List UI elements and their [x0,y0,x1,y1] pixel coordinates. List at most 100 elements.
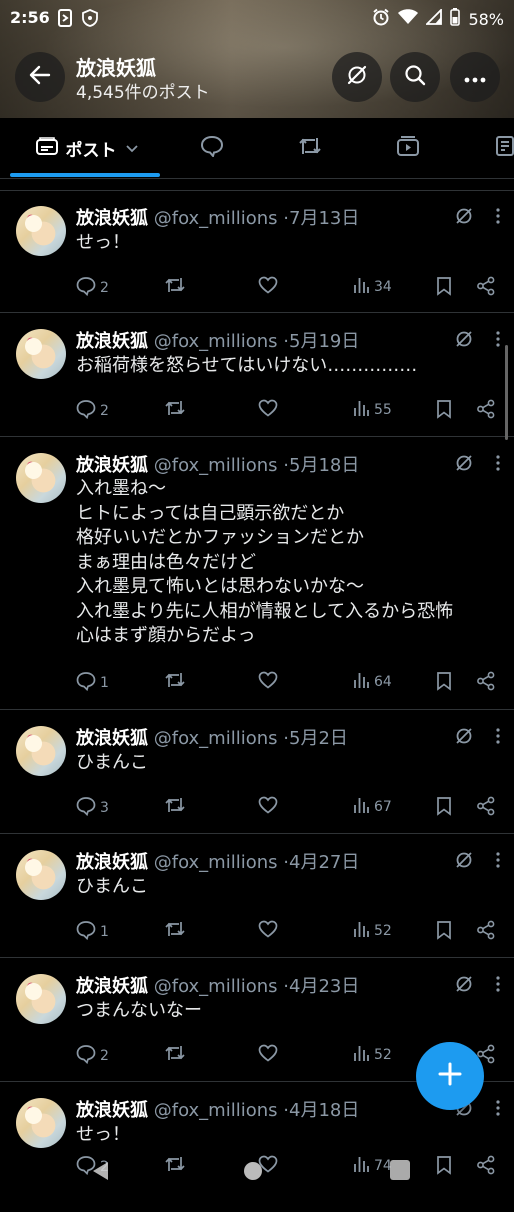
reply-button[interactable]: 1 [76,920,109,944]
repost-button[interactable] [164,276,186,298]
avatar[interactable] [16,726,66,776]
views-button[interactable]: 34 [352,276,392,298]
repost-button[interactable] [164,920,186,942]
post-author-name[interactable]: 放浪妖狐 [76,331,148,352]
bookmark-button[interactable] [436,671,452,695]
bookmark-icon [436,796,452,820]
tab-articles[interactable] [484,118,514,178]
post-date[interactable]: 4月23日 [289,976,359,997]
repost-button[interactable] [164,671,186,693]
post-author-handle[interactable]: @fox_millions [154,455,278,476]
avatar[interactable] [16,850,66,900]
tab-posts[interactable]: ポスト [22,118,152,178]
views-button[interactable]: 64 [352,671,392,693]
post-author-name[interactable]: 放浪妖狐 [76,208,148,229]
reply-button[interactable]: 2 [76,399,109,423]
more-vertical-icon[interactable] [496,1100,500,1120]
post-author-name[interactable]: 放浪妖狐 [76,728,148,749]
avatar[interactable] [16,206,66,256]
bookmark-button[interactable] [436,276,452,300]
grok-icon[interactable] [454,850,474,874]
bookmark-button[interactable] [436,796,452,820]
more-vertical-icon[interactable] [496,728,500,748]
tab-media[interactable] [386,118,430,178]
post-item[interactable]: 放浪妖狐 @fox_millions ·5月19日 お稲荷様を怒らせてはいけない… [0,313,514,437]
avatar[interactable] [16,329,66,379]
battery-icon [450,8,461,30]
share-button[interactable] [476,796,496,820]
more-options-button[interactable] [450,52,500,102]
like-button[interactable] [258,1044,278,1066]
more-vertical-icon[interactable] [496,331,500,351]
like-button[interactable] [258,671,278,693]
post-item[interactable]: 放浪妖狐 @fox_millions ·5月2日 ひまんこ 3 67 [0,710,514,834]
tab-replies[interactable] [190,118,234,178]
like-button[interactable] [258,399,278,421]
bookmark-button[interactable] [436,399,452,423]
nav-home-icon[interactable] [244,1162,262,1180]
like-button[interactable] [258,276,278,298]
post-author-name[interactable]: 放浪妖狐 [76,852,148,873]
more-vertical-icon[interactable] [496,208,500,228]
avatar[interactable] [16,1098,66,1148]
grok-button[interactable] [332,52,382,102]
more-vertical-icon[interactable] [496,455,500,475]
post-item[interactable]: 放浪妖狐 @fox_millions ·4月27日 ひまんこ 1 52 [0,834,514,958]
post-date[interactable]: 5月19日 [289,331,359,352]
chevron-down-icon [125,139,139,158]
profile-tabs: ポスト [0,118,514,179]
share-button[interactable] [476,276,496,300]
views-button[interactable]: 52 [352,1044,392,1066]
grok-icon[interactable] [454,974,474,998]
nav-recents-icon[interactable] [390,1160,410,1180]
post-author-handle[interactable]: @fox_millions [154,1100,278,1121]
post-date[interactable]: 7月13日 [289,208,359,229]
avatar[interactable] [16,974,66,1024]
post-item[interactable]: 放浪妖狐 @fox_millions ·5月18日 入れ墨ね〜 ヒトによっては自… [0,437,514,710]
share-button[interactable] [476,399,496,423]
views-button[interactable]: 55 [352,399,392,421]
post-author-handle[interactable]: @fox_millions [154,976,278,997]
views-button[interactable]: 52 [352,920,392,942]
reply-button[interactable]: 2 [76,276,109,300]
heart-icon [258,399,278,421]
post-author-name[interactable]: 放浪妖狐 [76,455,148,476]
post-author-handle[interactable]: @fox_millions [154,208,278,229]
post-date[interactable]: 5月2日 [289,728,348,749]
avatar[interactable] [16,453,66,503]
back-button[interactable] [15,52,65,102]
reply-button[interactable]: 1 [76,671,109,695]
nav-back-icon[interactable] [90,1160,110,1186]
repost-button[interactable] [164,1044,186,1066]
post-author-name[interactable]: 放浪妖狐 [76,976,148,997]
scrollbar[interactable] [505,345,508,440]
compose-post-button[interactable] [416,1042,484,1110]
repost-button[interactable] [164,399,186,421]
post-author-handle[interactable]: @fox_millions [154,728,278,749]
grok-icon[interactable] [454,453,474,477]
post-date[interactable]: 4月18日 [289,1100,359,1121]
like-button[interactable] [258,796,278,818]
bookmark-button[interactable] [436,920,452,944]
reply-icon [76,276,96,300]
post-date[interactable]: 4月27日 [289,852,359,873]
reply-button[interactable]: 2 [76,1044,109,1068]
grok-icon[interactable] [454,206,474,230]
like-button[interactable] [258,920,278,942]
post-date[interactable]: 5月18日 [289,455,359,476]
more-vertical-icon[interactable] [496,852,500,872]
grok-icon[interactable] [454,329,474,353]
post-author-handle[interactable]: @fox_millions [154,331,278,352]
post-item[interactable]: 放浪妖狐 @fox_millions ·7月13日 せっ！ 2 34 [0,190,514,313]
reply-button[interactable]: 3 [76,796,109,820]
search-button[interactable] [390,52,440,102]
tab-reposts[interactable] [288,118,332,178]
post-author-handle[interactable]: @fox_millions [154,852,278,873]
share-button[interactable] [476,920,496,944]
repost-button[interactable] [164,796,186,818]
views-button[interactable]: 67 [352,796,392,818]
share-button[interactable] [476,671,496,695]
more-vertical-icon[interactable] [496,976,500,996]
post-author-name[interactable]: 放浪妖狐 [76,1100,148,1121]
grok-icon[interactable] [454,726,474,750]
